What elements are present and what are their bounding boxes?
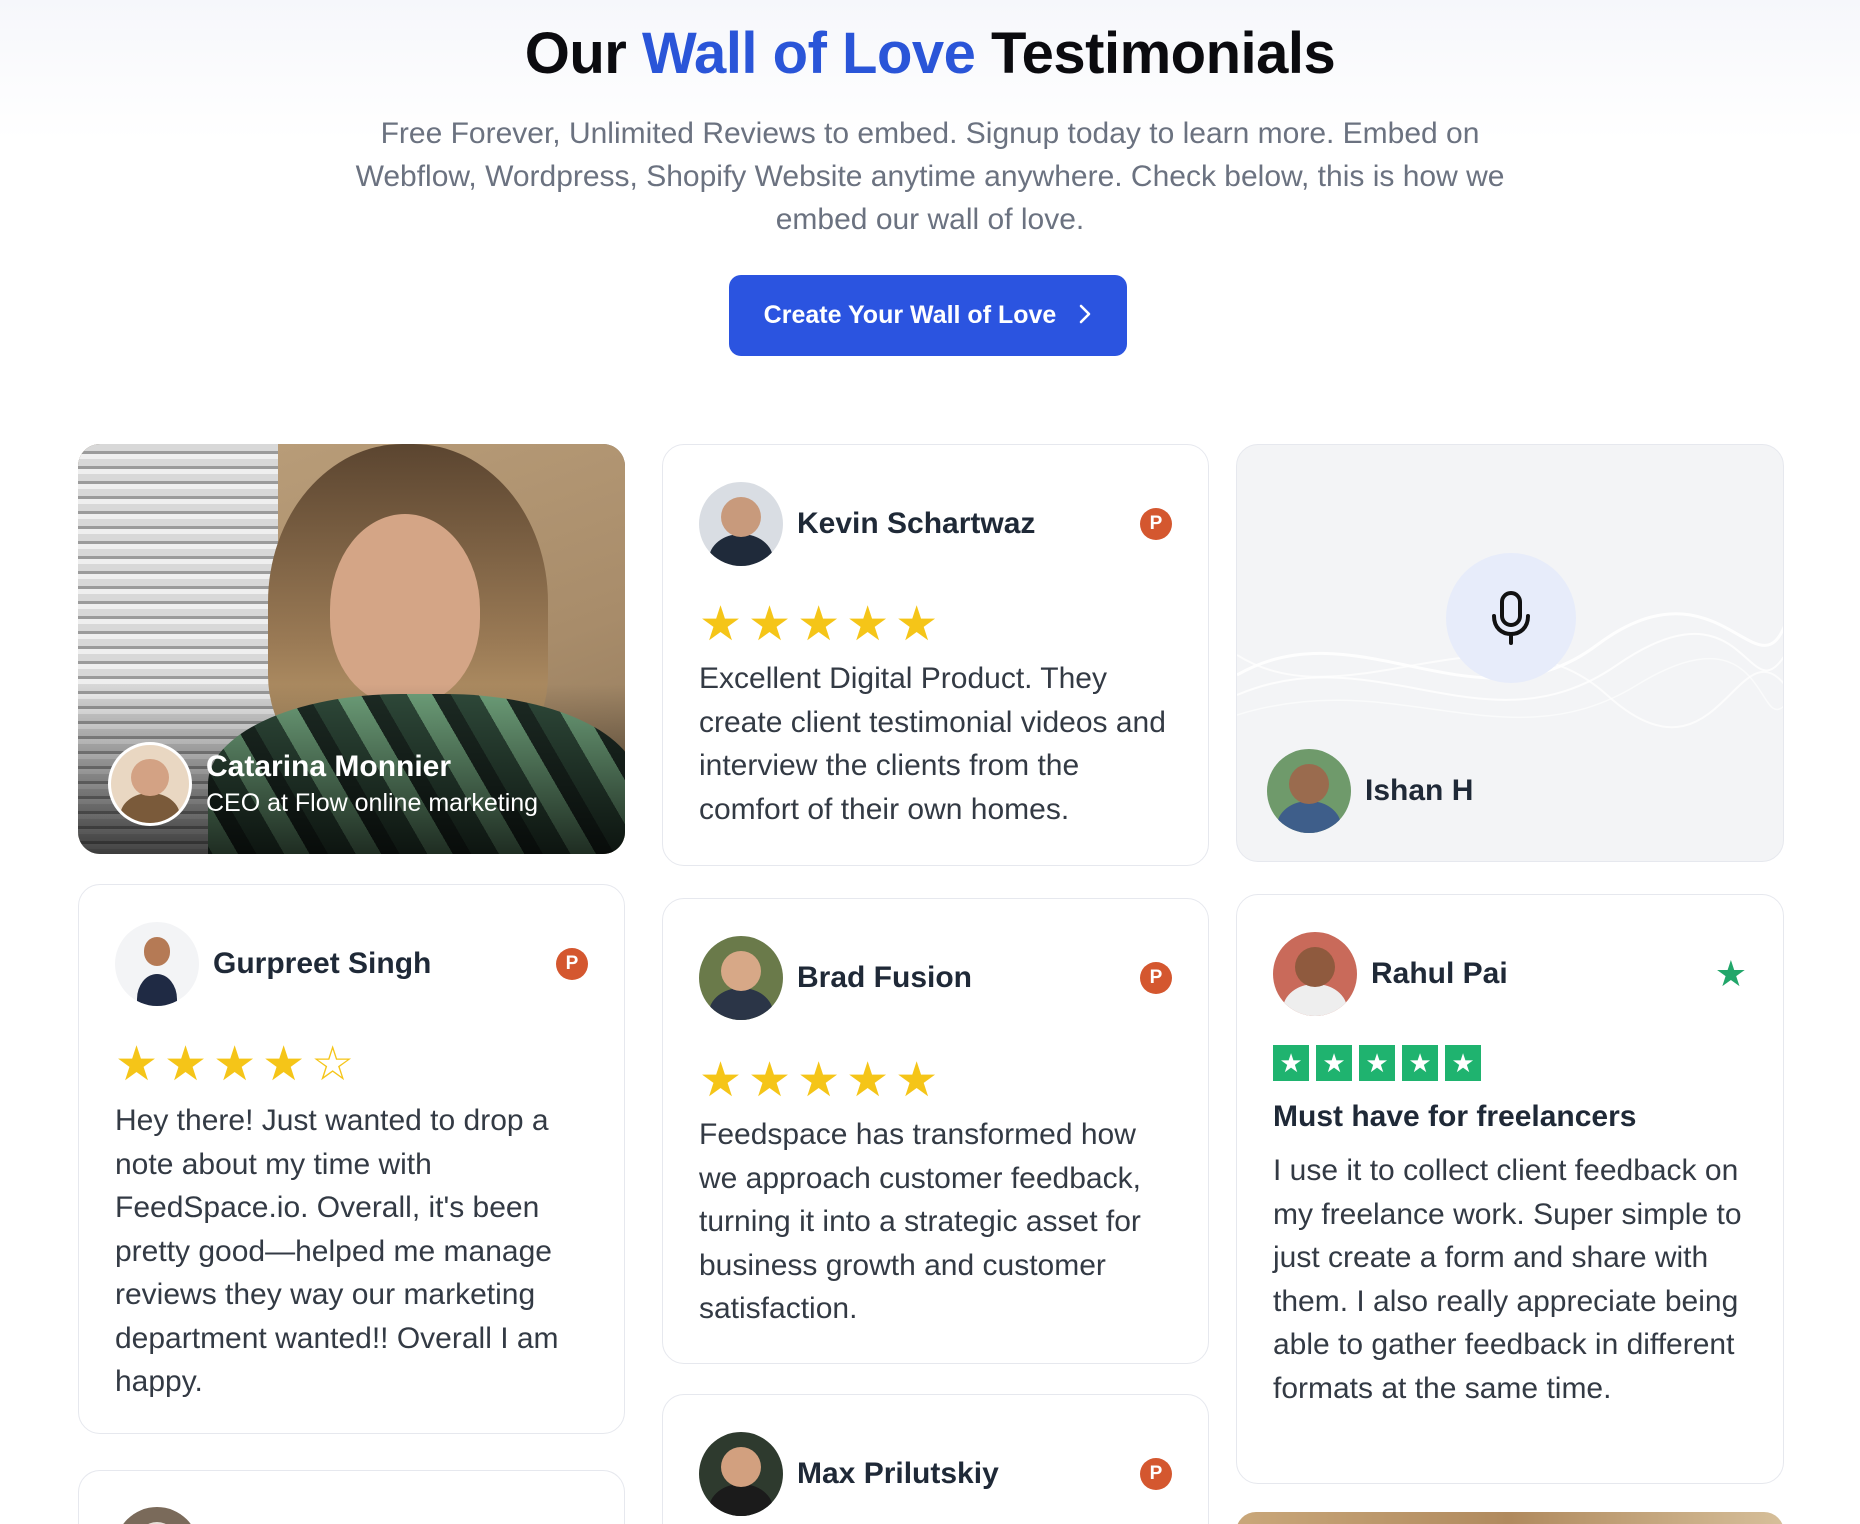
avatar xyxy=(1267,749,1351,833)
trustpilot-star: ★ xyxy=(1273,1045,1309,1081)
title-accent: Wall of Love xyxy=(641,21,976,86)
review-text: Excellent Digital Product. They create c… xyxy=(699,662,1166,826)
chevron-right-icon xyxy=(1078,302,1092,330)
hero-section: Our Wall of Love Testimonials Free Forev… xyxy=(0,18,1860,241)
author-name: Gurpreet Singh xyxy=(213,947,432,980)
review-text: Feedspace has transformed how we approac… xyxy=(699,1118,1141,1325)
producthunt-icon[interactable]: P xyxy=(1140,508,1172,540)
testimonials-page: Our Wall of Love Testimonials Free Forev… xyxy=(0,0,1860,1524)
title-part2: Testimonials xyxy=(991,21,1336,86)
star-rating: ★★★★★ xyxy=(699,598,945,651)
trustpilot-star: ★ xyxy=(1402,1045,1438,1081)
testimonial-card-gurpreet: Gurpreet Singh P ★★★★☆ Hey there! Just w… xyxy=(78,884,625,1434)
star-rating: ★★★★☆ xyxy=(115,1038,361,1091)
avatar xyxy=(115,922,199,1006)
author-name: Max Prilutskiy xyxy=(797,1457,999,1490)
audio-testimonial-card[interactable]: Ishan H xyxy=(1236,444,1784,862)
author-role: CEO at Flow online marketing xyxy=(206,789,539,817)
author-name: Catarina Monnier xyxy=(206,750,452,783)
author-name: Kevin Schartwaz xyxy=(797,507,1036,540)
review-title: Must have for freelancers xyxy=(1273,1100,1637,1133)
review-text: Hey there! Just wanted to drop a note ab… xyxy=(115,1104,559,1398)
trustpilot-star: ★ xyxy=(1445,1045,1481,1081)
trustpilot-star: ★ xyxy=(1359,1045,1395,1081)
cta-label: Create Your Wall of Love xyxy=(763,301,1057,329)
video-testimonial-card[interactable]: Catarina Monnier CEO at Flow online mark… xyxy=(78,444,625,854)
video-author: Catarina Monnier CEO at Flow online mark… xyxy=(108,742,538,826)
author-name: Brad Fusion xyxy=(797,961,973,994)
avatar xyxy=(699,936,783,1020)
create-wall-of-love-button[interactable]: Create Your Wall of Love xyxy=(729,275,1127,356)
star-rating: ★★★★★ xyxy=(699,1054,945,1107)
producthunt-icon[interactable]: P xyxy=(1140,1458,1172,1490)
trustpilot-star: ★ xyxy=(1316,1045,1352,1081)
play-audio-button[interactable] xyxy=(1446,553,1576,683)
review-text: I use it to collect client feedback on m… xyxy=(1273,1154,1742,1405)
avatar xyxy=(699,1432,783,1516)
avatar xyxy=(699,482,783,566)
trustpilot-rating: ★ ★ ★ ★ ★ xyxy=(1273,1045,1481,1081)
producthunt-icon[interactable]: P xyxy=(1140,962,1172,994)
video-testimonial-card-partial[interactable] xyxy=(1236,1512,1784,1524)
avatar xyxy=(115,1507,199,1524)
avatar xyxy=(108,742,192,826)
trustpilot-star-icon[interactable]: ★ xyxy=(1715,956,1747,992)
testimonial-card-rahul: Rahul Pai ★ ★ ★ ★ ★ ★ Must have for free… xyxy=(1236,894,1784,1484)
title-part1: Our xyxy=(524,21,627,86)
page-title: Our Wall of Love Testimonials xyxy=(0,18,1860,90)
testimonial-card-kevin: Kevin Schartwaz P ★★★★★ Excellent Digita… xyxy=(662,444,1209,866)
producthunt-icon[interactable]: P xyxy=(556,948,588,980)
audio-author: Ishan H xyxy=(1267,749,1473,833)
testimonial-card-max: Max Prilutskiy P xyxy=(662,1394,1209,1524)
microphone-icon xyxy=(1492,591,1530,645)
testimonial-card-brad: Brad Fusion P ★★★★★ Feedspace has transf… xyxy=(662,898,1209,1364)
avatar xyxy=(1273,932,1357,1016)
author-name: Rahul Pai xyxy=(1371,957,1508,990)
author-name: Ishan H xyxy=(1365,774,1474,807)
testimonial-card-partial xyxy=(78,1470,625,1524)
page-subtitle: Free Forever, Unlimited Reviews to embed… xyxy=(355,117,1505,236)
